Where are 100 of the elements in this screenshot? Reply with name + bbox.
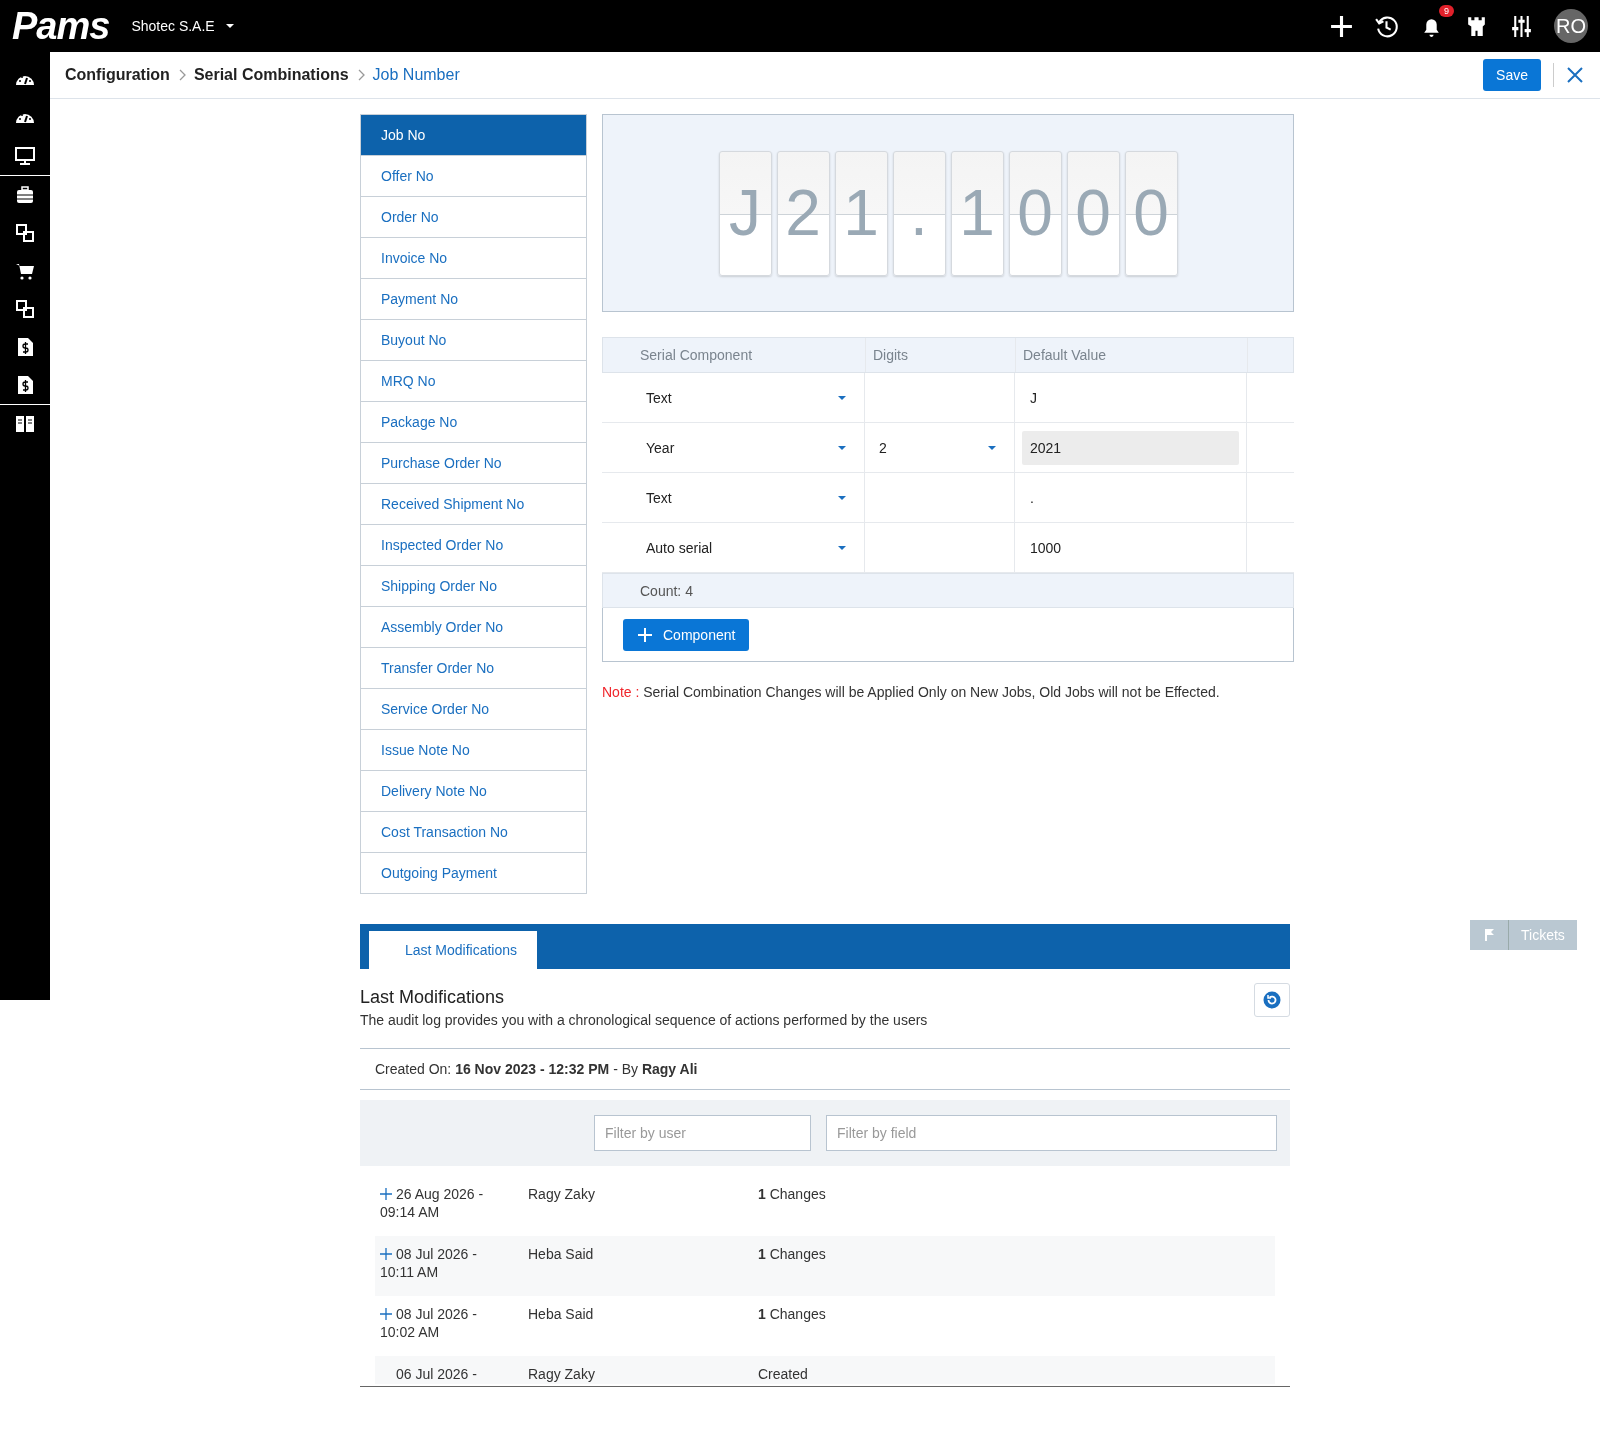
- notification-badge: 9: [1439, 4, 1454, 17]
- expand-icon[interactable]: [380, 1308, 392, 1320]
- flip-digit: J: [718, 150, 772, 276]
- plus-icon[interactable]: [1329, 13, 1354, 39]
- breadcrumb-link[interactable]: Serial Combinations: [193, 66, 349, 84]
- cart-icon[interactable]: [15, 261, 35, 281]
- expand-icon[interactable]: [380, 1248, 392, 1260]
- section-description: The audit log provides you with a chronological sequence of actions performed by the users: [360, 1012, 928, 1028]
- entry-time: 10:11 AM: [379, 1264, 440, 1280]
- entry-date: 06 Jul 2026 -: [396, 1366, 477, 1382]
- caret-icon: [987, 444, 997, 451]
- dollar-doc-icon[interactable]: [15, 375, 35, 395]
- serial-type-item[interactable]: Purchase Order No: [361, 442, 586, 483]
- serial-type-item[interactable]: Buyout No: [361, 319, 586, 360]
- serial-type-item[interactable]: Delivery Note No: [361, 770, 586, 811]
- default-value-field[interactable]: 1000: [1022, 530, 1239, 565]
- breadcrumb-link[interactable]: Configuration: [65, 66, 170, 84]
- serial-type-item[interactable]: Package No: [361, 401, 586, 442]
- serial-type-item[interactable]: Invoice No: [361, 237, 586, 278]
- component-select[interactable]: Text: [609, 389, 857, 406]
- history-icon[interactable]: [1374, 13, 1399, 39]
- close-icon[interactable]: [1566, 66, 1584, 84]
- note-text: Note : Serial Combination Changes will be Applied Only on New Jobs, Old Jobs will not be Effected.: [602, 684, 1221, 700]
- entry-user: Heba Said: [528, 1306, 595, 1322]
- user-avatar[interactable]: RO: [1554, 9, 1588, 43]
- section-title: Last Modifications: [360, 987, 506, 1008]
- serial-type-item[interactable]: Inspected Order No: [361, 524, 586, 565]
- entry-user: Ragy Zaky: [528, 1186, 596, 1202]
- refresh-icon: [1263, 991, 1281, 1009]
- default-value-field[interactable]: .: [1022, 480, 1239, 515]
- flag-icon: [1482, 928, 1496, 942]
- component-select[interactable]: Auto serial: [609, 539, 857, 556]
- component-select[interactable]: Year: [609, 439, 857, 456]
- serial-type-item[interactable]: Received Shipment No: [361, 483, 586, 524]
- caret-icon: [837, 394, 847, 401]
- column-header: Digits: [866, 338, 1016, 372]
- serial-type-item[interactable]: Shipping Order No: [361, 565, 586, 606]
- caret-icon: [837, 544, 847, 551]
- entry-changes: 1 Changes: [758, 1306, 827, 1322]
- breadcrumb-link[interactable]: Job Number: [372, 66, 460, 84]
- flip-digit: .: [892, 150, 946, 276]
- squares-icon[interactable]: [15, 223, 35, 243]
- monitor-icon[interactable]: [15, 146, 35, 166]
- caret-icon: [224, 23, 235, 29]
- refresh-button[interactable]: [1254, 983, 1290, 1017]
- log-row[interactable]: 08 Jul 2026 - 10:02 AM Heba Said 1 Changes: [375, 1296, 1275, 1356]
- serial-type-item[interactable]: Payment No: [361, 278, 586, 319]
- serial-type-item[interactable]: Order No: [361, 196, 586, 237]
- company-dropdown[interactable]: Shotec S.A.E: [131, 18, 235, 34]
- created-info: Created On: 16 Nov 2023 - 12:32 PM - By Ragy Ali: [375, 1061, 698, 1077]
- logo[interactable]: Pams: [12, 4, 110, 48]
- briefcase-icon[interactable]: [15, 185, 35, 205]
- caret-icon: [837, 444, 847, 451]
- save-button[interactable]: Save: [1483, 59, 1541, 91]
- log-row[interactable]: 08 Jul 2026 - 10:11 AM Heba Said 1 Changes: [375, 1236, 1275, 1296]
- chevron-icon: [356, 69, 365, 81]
- flip-digit: 1: [950, 150, 1004, 276]
- column-header: Default Value: [1016, 338, 1248, 372]
- component-select[interactable]: Text: [609, 489, 857, 506]
- dollar-doc-icon[interactable]: [15, 337, 35, 357]
- serial-type-item[interactable]: Service Order No: [361, 688, 586, 729]
- expand-icon[interactable]: [380, 1188, 392, 1200]
- caret-icon: [837, 494, 847, 501]
- entry-user: Ragy Zaky: [528, 1366, 596, 1382]
- flip-digit: 0: [1124, 150, 1178, 276]
- default-value-field[interactable]: 2021: [1022, 430, 1239, 465]
- entry-changes: 1 Changes: [758, 1246, 827, 1262]
- filter-field-field[interactable]: Filter by field: [826, 1115, 1277, 1151]
- entry-date: 26 Aug 2026 -: [396, 1186, 484, 1202]
- chevron-icon: [177, 69, 186, 81]
- entry-user: Heba Said: [528, 1246, 595, 1262]
- entry-date: 08 Jul 2026 -: [396, 1246, 477, 1262]
- flip-digit: 1: [834, 150, 888, 276]
- serial-type-item[interactable]: Transfer Order No: [361, 647, 586, 688]
- default-value-field[interactable]: J: [1022, 380, 1239, 415]
- serial-type-item[interactable]: Cost Transaction No: [361, 811, 586, 852]
- serial-type-item[interactable]: Job No: [361, 115, 586, 155]
- serial-type-item[interactable]: Issue Note No: [361, 729, 586, 770]
- entry-changes: 1 Changes: [758, 1186, 827, 1202]
- serial-type-item[interactable]: MRQ No: [361, 360, 586, 401]
- log-row[interactable]: 26 Aug 2026 - 09:14 AM Ragy Zaky 1 Changes: [375, 1176, 1275, 1236]
- digits-select[interactable]: 2: [872, 439, 1007, 456]
- entry-date: 08 Jul 2026 -: [396, 1306, 477, 1322]
- column-header: Serial Component: [603, 338, 866, 372]
- row-count: Count: 4: [602, 573, 1294, 608]
- entry-time: 10:02 AM: [379, 1324, 441, 1340]
- log-row[interactable]: 06 Jul 2026 - Ragy Zaky Created: [375, 1356, 1275, 1384]
- flip-digit: 0: [1008, 150, 1062, 276]
- serial-type-item[interactable]: Assembly Order No: [361, 606, 586, 647]
- filter-user-field[interactable]: Filter by user: [594, 1115, 811, 1151]
- entry-time: 09:14 AM: [379, 1204, 441, 1220]
- columns-icon[interactable]: [15, 414, 35, 434]
- serial-type-item[interactable]: Outgoing Payment: [361, 852, 586, 893]
- tab[interactable]: Last Modifications: [369, 931, 537, 969]
- settings-icon[interactable]: [1509, 13, 1534, 39]
- flip-digit: 2: [776, 150, 830, 276]
- squares-icon[interactable]: [15, 299, 35, 319]
- entry-changes: Created: [758, 1366, 809, 1382]
- add-component-button[interactable]: Component: [623, 618, 750, 651]
- serial-type-item[interactable]: Offer No: [361, 155, 586, 196]
